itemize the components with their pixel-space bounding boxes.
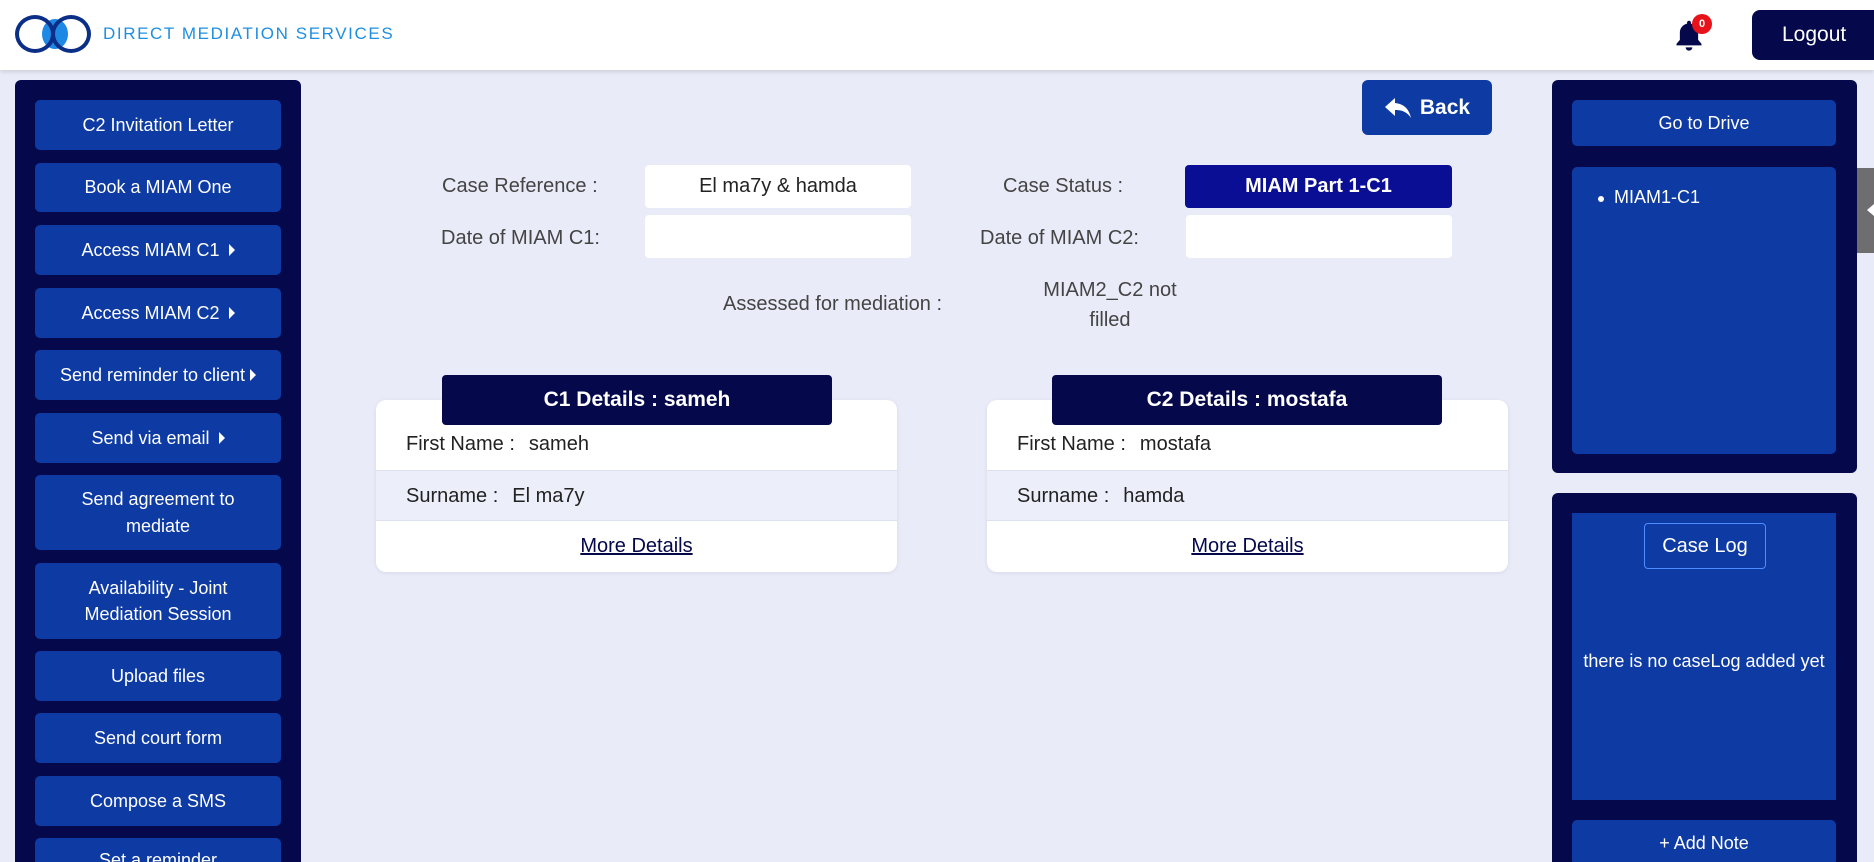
c1-details-card: First Name : sameh Surname : El ma7y More …: [376, 400, 897, 572]
back-label: Back: [1419, 95, 1471, 119]
surname-label: Surname :: [1017, 485, 1110, 507]
drive-file-list: MIAM1-C1: [1572, 167, 1836, 454]
c1-surname-value: El ma7y: [512, 485, 585, 507]
sidebar-item-label: Send agreement to mediate: [81, 489, 235, 536]
c2-surname-row: Surname : hamda: [987, 470, 1508, 521]
c2-more-details-link[interactable]: More Details: [987, 520, 1508, 572]
sidebar-item-label: Send court form: [93, 727, 223, 748]
case-log-panel: Case Log there is no caseLog added yet +…: [1552, 493, 1857, 862]
availability-joint-mediation-button[interactable]: Availability - Joint Mediation Session: [35, 563, 281, 639]
sidebar-item-label: Compose a SMS: [89, 790, 227, 811]
go-to-drive-button[interactable]: Go to Drive: [1572, 100, 1836, 146]
case-status-label: Case Status :: [1003, 175, 1124, 197]
logout-button[interactable]: Logout: [1752, 10, 1874, 60]
send-agreement-to-mediate-button[interactable]: Send agreement to mediate: [35, 475, 281, 550]
c1-first-name-value: sameh: [528, 433, 589, 455]
sidebar-item-label: C2 Invitation Letter: [82, 114, 234, 135]
c1-first-name-row: First Name : sameh: [376, 419, 897, 470]
c2-details-header: C2 Details : mostafa: [1052, 375, 1442, 425]
sidebar-item-label: Upload files: [110, 665, 206, 686]
caret-right-icon: [250, 369, 257, 381]
notification-count-badge: 0: [1692, 14, 1712, 34]
case-status-badge: MIAM Part 1-C1: [1185, 165, 1452, 208]
drive-panel: Go to Drive MIAM1-C1: [1552, 80, 1857, 473]
access-miam-c2-button[interactable]: Access MIAM C2: [35, 288, 281, 338]
case-reference-field: El ma7y & hamda: [645, 165, 911, 208]
case-log-empty-message: there is no caseLog added yet: [1583, 651, 1825, 671]
date-miam-c2-field: [1186, 215, 1452, 258]
add-note-button[interactable]: + Add Note: [1572, 820, 1836, 862]
sidebar-item-label: Set a reminder: [98, 850, 218, 862]
send-via-email-button[interactable]: Send via email: [35, 413, 281, 463]
two-rings-logo-icon: [15, 15, 95, 53]
sidebar-item-label: Book a MIAM One: [84, 177, 232, 198]
sidebar-item-label: Send reminder to client: [59, 364, 246, 385]
notifications-button[interactable]: 0: [1668, 14, 1712, 58]
date-miam-c2-label: Date of MIAM C2:: [980, 227, 1139, 249]
brand-name: DIRECT MEDIATION SERVICES: [103, 24, 395, 43]
c2-invitation-letter-button[interactable]: C2 Invitation Letter: [35, 100, 281, 150]
sidebar-item-label: Access MIAM C1: [81, 239, 220, 260]
case-reference-label: Case Reference :: [442, 175, 598, 197]
caret-right-icon: [218, 432, 225, 444]
date-miam-c1-field: [645, 215, 911, 258]
collapse-panel-tab[interactable]: [1857, 168, 1874, 253]
back-button[interactable]: Back: [1362, 80, 1492, 135]
c1-more-details-link[interactable]: More Details: [376, 520, 897, 572]
first-name-label: First Name :: [1017, 433, 1126, 455]
set-reminder-button[interactable]: Set a reminder: [35, 838, 281, 862]
caret-right-icon: [228, 244, 235, 256]
send-reminder-to-client-button[interactable]: Send reminder to client: [35, 350, 281, 400]
drive-file-item[interactable]: MIAM1-C1: [1597, 187, 1700, 208]
first-name-label: First Name :: [406, 433, 515, 455]
assessed-for-mediation-label: Assessed for mediation :: [723, 293, 942, 315]
brand-logo[interactable]: DIRECT MEDIATION SERVICES: [15, 15, 394, 53]
sidebar-item-label: Availability - Joint Mediation Session: [84, 577, 232, 624]
send-court-form-button[interactable]: Send court form: [35, 713, 281, 763]
case-log-button[interactable]: Case Log: [1644, 523, 1766, 569]
c2-surname-value: hamda: [1123, 485, 1185, 507]
c1-surname-row: Surname : El ma7y: [376, 470, 897, 521]
chevron-left-icon: [1867, 204, 1874, 216]
reply-arrow-icon: [1384, 97, 1411, 118]
access-miam-c1-button[interactable]: Access MIAM C1: [35, 225, 281, 275]
upload-files-button[interactable]: Upload files: [35, 651, 281, 701]
compose-sms-button[interactable]: Compose a SMS: [35, 776, 281, 826]
c1-details-header: C1 Details : sameh: [442, 375, 832, 425]
left-action-sidebar: C2 Invitation Letter Book a MIAM One Acc…: [15, 80, 301, 862]
surname-label: Surname :: [406, 485, 499, 507]
sidebar-item-label: Access MIAM C2: [81, 302, 220, 323]
book-miam-one-button[interactable]: Book a MIAM One: [35, 163, 281, 212]
date-miam-c1-label: Date of MIAM C1:: [441, 227, 600, 249]
c2-details-card: First Name : mostafa Surname : hamda More …: [987, 400, 1508, 572]
sidebar-item-label: Send via email: [91, 427, 210, 448]
c2-first-name-row: First Name : mostafa: [987, 419, 1508, 470]
caret-right-icon: [228, 307, 235, 319]
c2-first-name-value: mostafa: [1139, 433, 1212, 455]
top-header: DIRECT MEDIATION SERVICES 0 Logout: [0, 0, 1874, 70]
case-log-content: Case Log there is no caseLog added yet: [1572, 513, 1836, 800]
assessed-for-mediation-value: MIAM2_C2 not filled: [1043, 279, 1177, 331]
